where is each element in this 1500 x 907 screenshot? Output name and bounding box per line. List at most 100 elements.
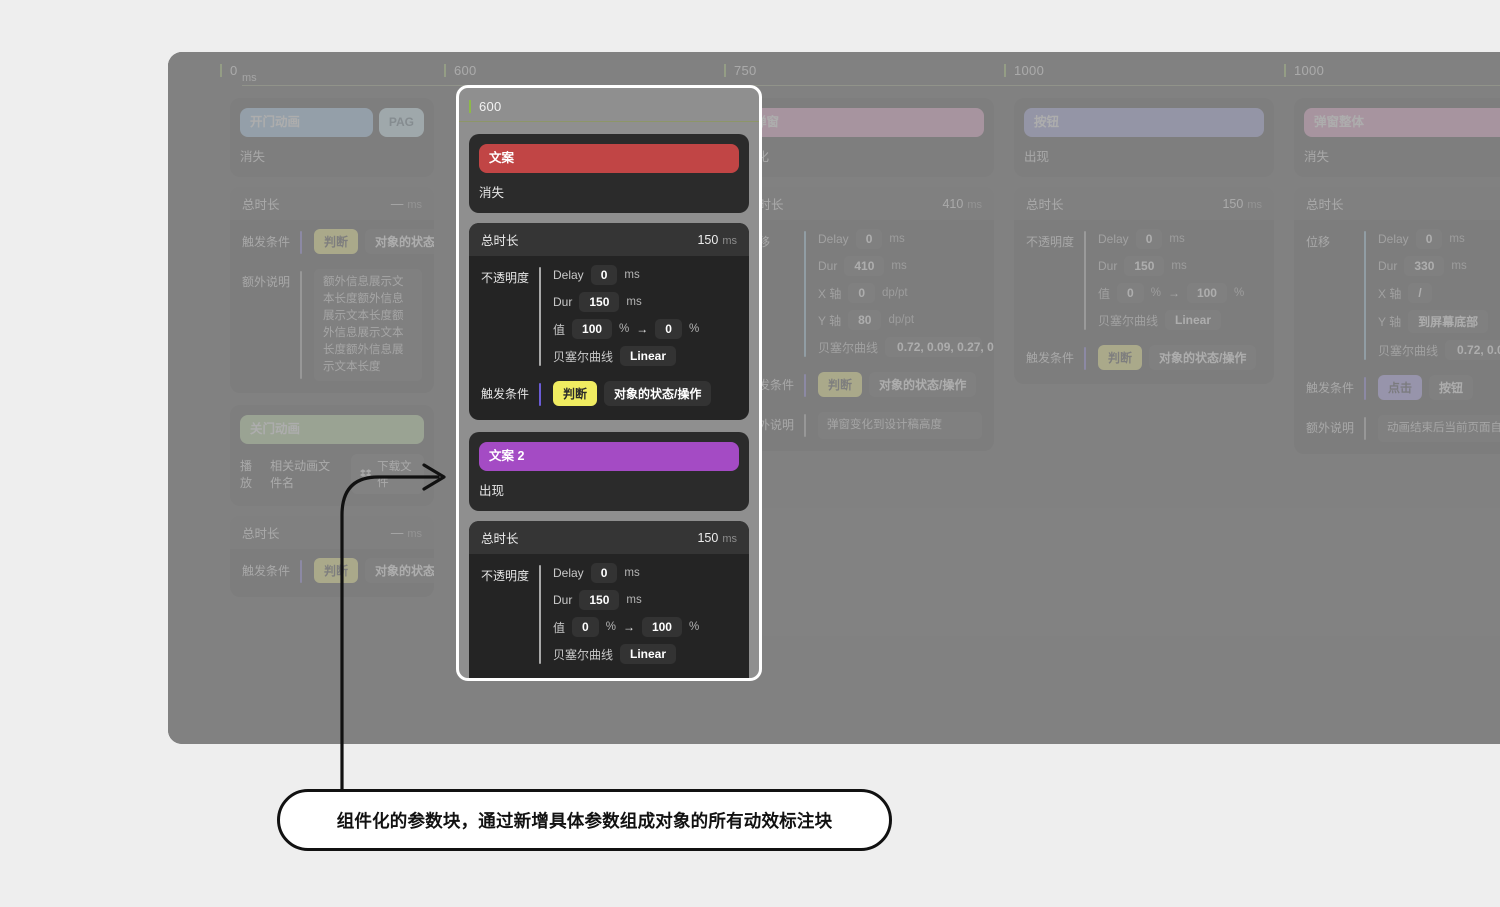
parameter-field-value[interactable]: 0.72, 0.09, 0.27, 0.98: [885, 337, 994, 357]
trigger-type-tag[interactable]: 判断: [1098, 345, 1143, 370]
trigger-line: 判断对象的状态/操作: [818, 372, 982, 397]
parameter-field-value[interactable]: 0: [590, 265, 618, 285]
trigger-target-tag[interactable]: 对象的状态/操作: [365, 229, 434, 254]
timeline-rule: [1004, 85, 1284, 86]
value-arrow-icon: →: [636, 322, 649, 336]
parameter-field-value[interactable]: 150: [579, 590, 620, 610]
parameter-field-line: Dur 150 ms: [553, 590, 737, 610]
parameter-field-value[interactable]: 0: [848, 283, 876, 303]
timeline-header-col-1000-b: 1000: [1284, 52, 1500, 86]
parameter-field-value-end[interactable]: 100: [641, 617, 682, 637]
parameter-field-value[interactable]: 410: [844, 256, 885, 276]
timeline-rule: [459, 121, 759, 122]
parameter-field-value[interactable]: 0: [1117, 283, 1144, 303]
timeline-time-label: 1000: [1294, 63, 1325, 78]
parameter-row: 额外说明 弹窗变化到设计稿高度: [734, 403, 994, 451]
parameter-field-value[interactable]: Linear: [620, 644, 677, 664]
parameter-field-value[interactable]: 0: [572, 617, 599, 637]
extra-note-text: 额外信息展示文本长度额外信息展示文本长度额外信息展示文本长度额外信息展示文本长度: [314, 269, 422, 381]
play-label: 播放: [240, 459, 253, 490]
trigger-target-tag[interactable]: 对象的状态/操作: [869, 372, 977, 397]
object-name-chip[interactable]: 弹窗: [744, 108, 984, 137]
parameter-field-value[interactable]: Linear: [620, 346, 677, 366]
object-name-chip[interactable]: 关门动画: [240, 415, 424, 444]
parameter-field-key: 值: [553, 322, 566, 337]
parameter-row-label: 触发条件: [481, 387, 530, 401]
trigger-type-tag[interactable]: 判断: [314, 229, 359, 254]
parameter-field-value[interactable]: Linear: [1165, 310, 1222, 330]
trigger-target-tag[interactable]: 按钮: [1429, 375, 1474, 400]
parameter-field-line: X 轴 /: [1378, 283, 1500, 303]
parameter-block: 总时长410ms位移Delay0msDur410msX 轴0dp/ptY 轴80…: [734, 187, 994, 451]
parameter-field-line: Delay 0 ms: [553, 265, 737, 285]
trigger-type-tag[interactable]: 判断: [818, 372, 863, 397]
parameter-field-value[interactable]: 0.72, 0.09: [1445, 340, 1500, 360]
trigger-target-tag[interactable]: 对象的状态/操作: [1149, 345, 1257, 370]
parameter-field-value[interactable]: 330: [1404, 256, 1445, 276]
parameter-row: 不透明度 Delay 0 ms Dur 150 ms 值 100% → 0% 贝塞尔曲线 Linear: [469, 256, 749, 372]
parameter-field-unit: ms: [1171, 260, 1187, 272]
trigger-type-tag[interactable]: 判断: [553, 381, 598, 406]
total-duration-number: —: [390, 196, 404, 211]
parameter-row-body: 判断 对象的状态/操作: [553, 679, 737, 681]
parameter-field-line: 值 0% → 100%: [553, 617, 737, 637]
trigger-type-tag[interactable]: 判断: [553, 679, 597, 681]
parameter-block-header: 总时长 — ms: [230, 187, 434, 220]
parameter-field-value[interactable]: 0: [1415, 229, 1443, 249]
parameter-field-value-end[interactable]: 100: [1186, 283, 1227, 303]
parameter-field-value[interactable]: 150: [579, 292, 620, 312]
parameter-field-value[interactable]: 0: [590, 563, 618, 583]
parameter-field-unit: %: [1150, 287, 1161, 299]
parameter-field-unit-end: %: [1233, 287, 1245, 299]
parameter-field-key: 贝塞尔曲线: [553, 647, 614, 662]
highlighted-parameter-card[interactable]: 600 文案 消失 总时长 150 ms 不透明度 Delay 0 ms Dur 150 ms 值 100…: [456, 85, 762, 681]
timeline-column-body: 按钮 出现 总时长 150 ms 不透明度 Delay 0 ms Dur 150 ms 值 0% → 100%…: [1004, 86, 1284, 384]
object-name-chip[interactable]: 弹窗整体: [1304, 108, 1500, 137]
object-name-chip[interactable]: 文案: [479, 144, 739, 173]
trigger-target-tag[interactable]: 对象的状态/操作: [604, 381, 712, 406]
callout-text: 组件化的参数块，通过新增具体参数组成对象的所有动效标注块: [336, 810, 833, 831]
timeline-tick-icon: [1284, 64, 1286, 77]
object-state-label: 出现: [479, 484, 505, 498]
parameter-field-value[interactable]: 80: [848, 310, 882, 330]
parameter-block: 总时长 —ms 触发条件 判断对象的状态/操作额外说明 额外信息展示文本长度额外信息展示…: [230, 187, 434, 393]
timeline-header-col-1000-a: 1000: [1004, 52, 1284, 86]
parameter-block: 总时长 位移 Delay 0 ms Dur 330 ms X 轴 / Y 轴到屏幕底部 贝塞尔曲线 0.…: [1294, 187, 1500, 454]
object-chip-row: 弹窗整体: [1304, 108, 1500, 137]
highlighted-card-body: 文案 消失 总时长 150 ms 不透明度 Delay 0 ms Dur 150 ms 值 100% → 0%…: [459, 122, 759, 681]
parameter-field-line: 贝塞尔曲线 Linear: [553, 644, 737, 664]
object-name-chip[interactable]: 开门动画: [240, 108, 373, 137]
timeline-tick-icon: [1004, 64, 1006, 77]
parameter-field-unit: ms: [624, 269, 640, 281]
object-name-chip[interactable]: 按钮: [1024, 108, 1264, 137]
total-duration-number: 410: [942, 196, 964, 211]
trigger-line: 判断 对象的状态/操作: [553, 679, 737, 681]
parameter-row-body: 判断对象的状态/操作: [314, 229, 434, 256]
parameter-field-line: Delay 0 ms: [818, 229, 982, 249]
object-chip-row: 按钮: [1024, 108, 1264, 137]
parameter-field-key: 贝塞尔曲线: [1378, 343, 1439, 358]
parameter-row-body: Delay 0 ms Dur 150 ms 值 0% → 100% 贝塞尔曲线 Linear: [1098, 229, 1262, 332]
timeline-time-label: 600: [479, 99, 502, 114]
parameter-field-value-end[interactable]: 0: [655, 319, 682, 339]
parameter-field-value[interactable]: 150: [1124, 256, 1165, 276]
parameter-field-unit: ms: [624, 567, 640, 579]
parameter-row-label: 额外说明: [242, 275, 291, 289]
parameter-block: 总时长 150 ms 不透明度 Delay 0 ms Dur 150 ms 值 0% → 100% 贝塞尔曲…: [1014, 187, 1274, 384]
timeline-tick-icon: [724, 64, 726, 77]
trigger-type-tag[interactable]: 点击: [1378, 375, 1423, 400]
timeline-column-col-750: 750弹窗变化总时长410ms位移Delay0msDur410msX 轴0dp/…: [724, 52, 1004, 744]
trigger-target-tag[interactable]: 对象的状态/操作: [604, 679, 711, 681]
parameter-field-key: 贝塞尔曲线: [818, 340, 879, 355]
parameter-field-key: 值: [1098, 286, 1111, 301]
parameter-row-label: 触发条件: [481, 679, 539, 681]
parameter-field-value[interactable]: 100: [572, 319, 613, 339]
parameter-field-value[interactable]: /: [1408, 283, 1432, 303]
timeline-column-body: 弹窗整体 消失 总时长 位移 Delay 0 ms Dur 330 ms X 轴 / Y 轴到屏幕底部贝…: [1284, 86, 1500, 454]
parameter-field-value[interactable]: 0: [1135, 229, 1163, 249]
parameter-field-value[interactable]: 0: [855, 229, 883, 249]
object-state-label: 消失: [479, 186, 505, 200]
object-name-chip[interactable]: 文案 2: [479, 442, 739, 471]
parameter-field-value[interactable]: 到屏幕底部: [1408, 310, 1489, 333]
parameter-field-line: 贝塞尔曲线 Linear: [1098, 310, 1262, 330]
